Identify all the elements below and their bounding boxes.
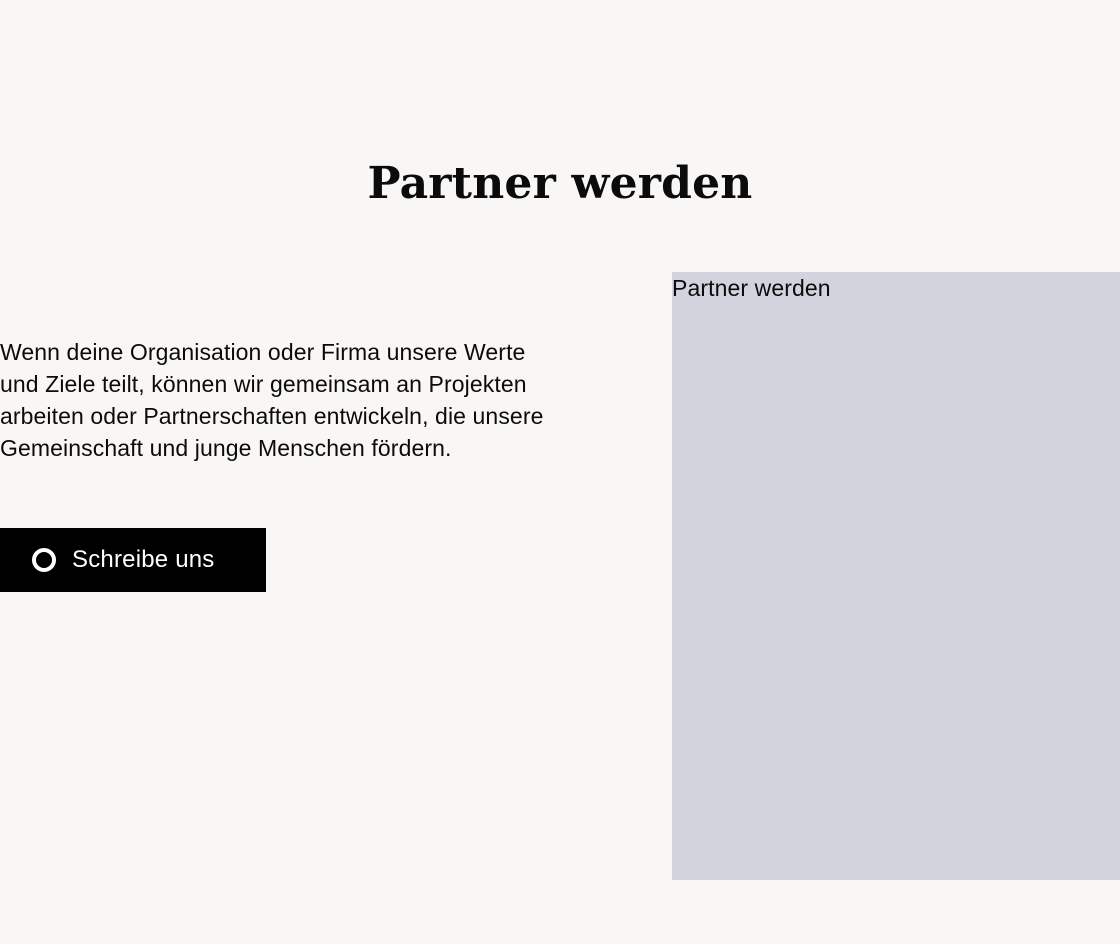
page-title: Partner werden — [367, 158, 753, 209]
partner-image: Partner werden — [672, 272, 1120, 880]
write-us-button[interactable]: Schreibe uns — [0, 528, 266, 592]
image-alt-text: Partner werden — [672, 275, 831, 301]
write-us-button-label: Schreibe uns — [72, 546, 215, 573]
ring-icon — [32, 548, 56, 572]
section-description: Wenn deine Organisation oder Firma unser… — [0, 339, 544, 461]
